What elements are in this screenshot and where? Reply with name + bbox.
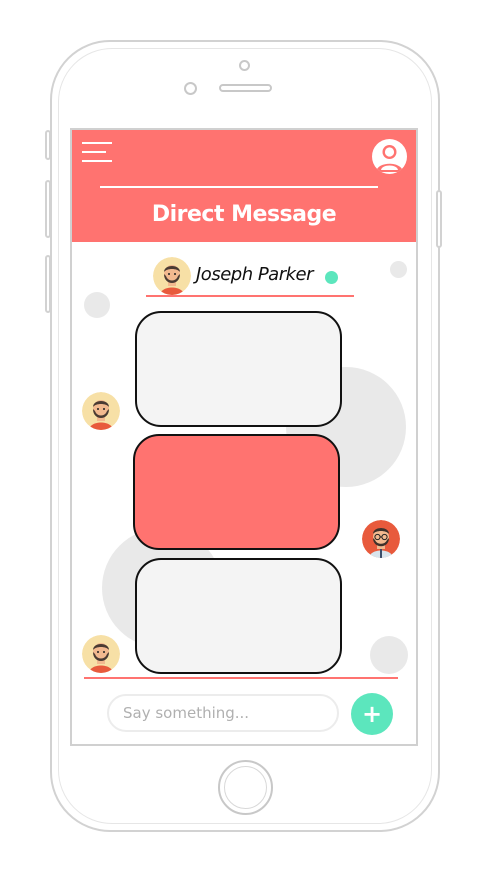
contact-avatar[interactable] xyxy=(153,257,191,295)
send-button[interactable]: + xyxy=(351,693,393,735)
page-title: Direct Message xyxy=(151,202,337,227)
earpiece-speaker xyxy=(219,84,272,92)
proximity-sensor xyxy=(184,82,197,95)
decorative-circle xyxy=(370,636,408,674)
volume-up-button xyxy=(45,180,51,238)
app-screen: Direct Message Joseph Parker Say somethi… xyxy=(70,128,418,746)
contact-avatar xyxy=(82,635,120,673)
online-status-indicator xyxy=(325,271,338,284)
message-bubble-received[interactable] xyxy=(135,558,342,674)
user-profile-icon[interactable] xyxy=(372,139,407,174)
my-avatar xyxy=(362,520,400,558)
contact-avatar xyxy=(82,392,120,430)
contact-name[interactable]: Joseph Parker xyxy=(196,264,314,285)
power-button xyxy=(436,190,442,248)
mute-switch xyxy=(45,130,51,160)
app-header: Direct Message xyxy=(72,130,416,242)
home-button-ring xyxy=(224,766,267,809)
contact-name-underline xyxy=(146,295,354,297)
front-camera xyxy=(239,60,250,71)
volume-down-button xyxy=(45,255,51,313)
hamburger-menu-icon[interactable] xyxy=(76,142,112,166)
message-input[interactable] xyxy=(107,694,339,732)
composer-divider xyxy=(84,677,398,679)
decorative-circle xyxy=(84,292,110,318)
header-divider xyxy=(100,186,378,188)
message-bubble-received[interactable] xyxy=(135,311,342,427)
message-bubble-sent[interactable] xyxy=(133,434,340,550)
decorative-circle xyxy=(390,261,407,278)
